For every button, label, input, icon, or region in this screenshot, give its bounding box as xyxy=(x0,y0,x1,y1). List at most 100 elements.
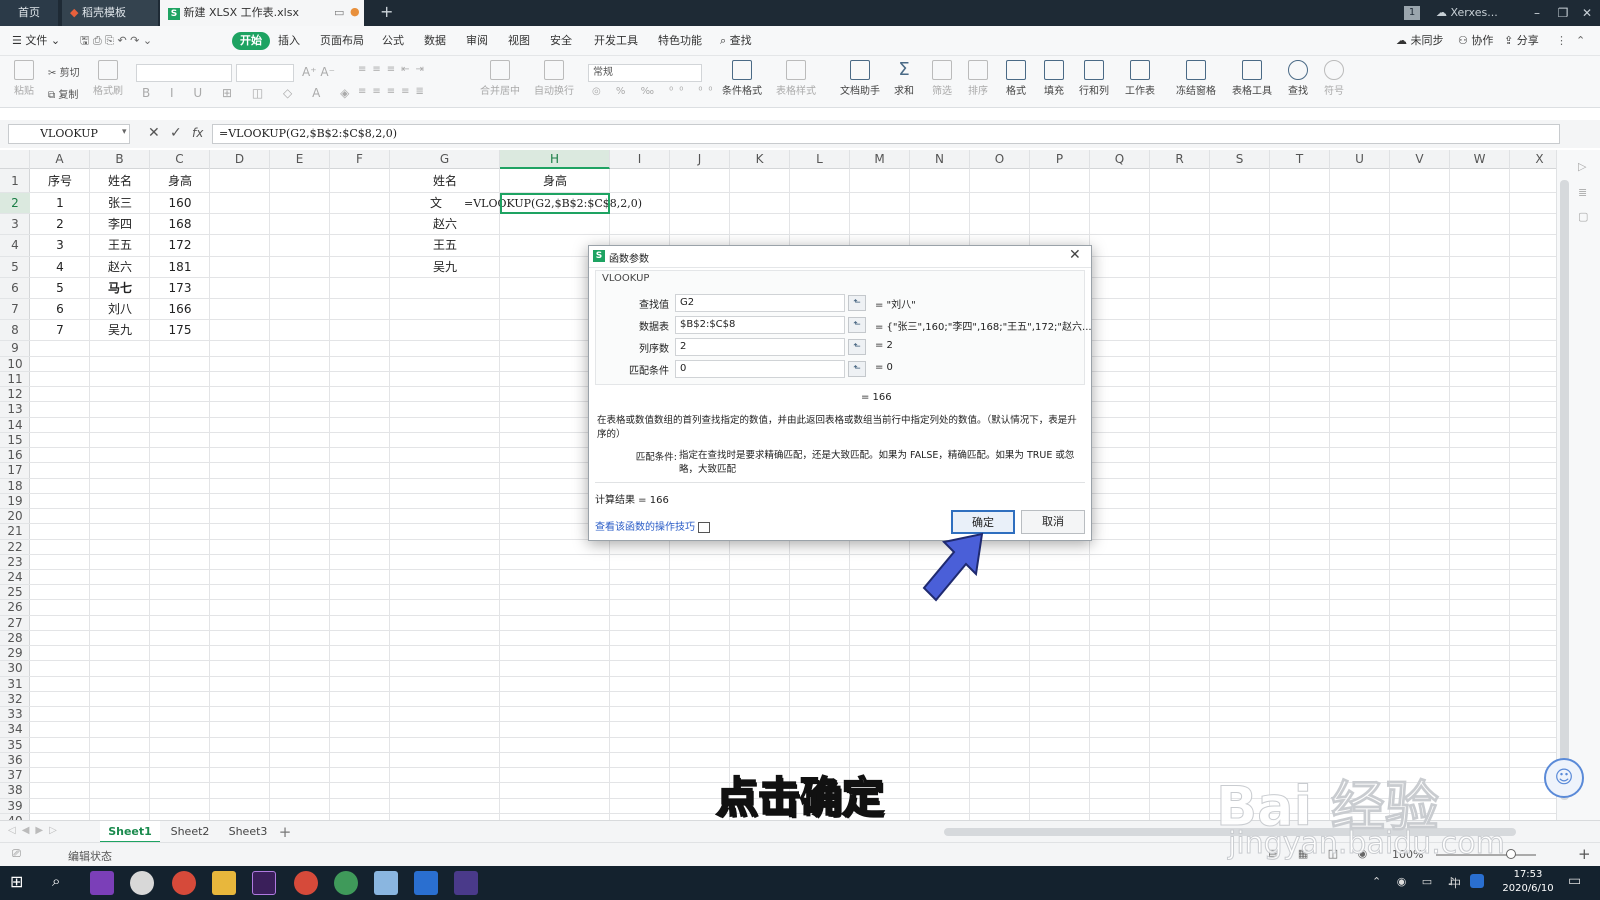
share-button[interactable]: ⇪ 分享 xyxy=(1504,32,1539,50)
file-explorer-icon[interactable] xyxy=(212,871,236,895)
column-header-V[interactable]: V xyxy=(1390,150,1450,169)
font-size-select[interactable] xyxy=(236,64,294,82)
side-style-icon[interactable]: ≣ xyxy=(1578,186,1587,199)
row-header-8[interactable]: 8 xyxy=(0,320,30,342)
cell-H1[interactable]: 身高 xyxy=(500,169,610,193)
tab-template[interactable]: ◆ 稻壳模板 xyxy=(62,0,158,26)
column-header-J[interactable]: J xyxy=(670,150,730,169)
sheet-nav-arrows-icon[interactable]: ◁◀▶▷ xyxy=(8,825,63,836)
cell-A2[interactable]: 1 xyxy=(30,193,90,214)
row-header-4[interactable]: 4 xyxy=(0,235,30,257)
tray-app-icon[interactable] xyxy=(1470,874,1484,888)
cell-C3[interactable]: 168 xyxy=(150,214,210,235)
row-header-24[interactable]: 24 xyxy=(0,570,30,586)
window-count-icon[interactable]: 1 xyxy=(1404,6,1420,20)
align-horizontal-buttons[interactable]: ≡≡≡≡≣ xyxy=(358,86,430,97)
ref-select-icon[interactable]: ⬑ xyxy=(848,361,866,377)
wrap-text-button[interactable]: 自动换行 xyxy=(526,60,582,97)
cell-A1[interactable]: 序号 xyxy=(30,169,90,193)
notepad-icon[interactable] xyxy=(374,871,398,895)
maximize-icon[interactable]: ❐ xyxy=(1550,0,1576,26)
tab-developer[interactable]: 开发工具 xyxy=(594,32,638,50)
row-header-6[interactable]: 6 xyxy=(0,278,30,299)
table-tools-button[interactable]: 表格工具 xyxy=(1224,60,1280,97)
macro-record-icon[interactable]: ⎚ xyxy=(12,847,21,861)
taskbar-search-icon[interactable]: ⌕ xyxy=(52,872,60,890)
column-header-U[interactable]: U xyxy=(1330,150,1390,169)
row-header-2[interactable]: 2 xyxy=(0,193,30,215)
wps-writer-icon[interactable] xyxy=(414,871,438,895)
column-header-R[interactable]: R xyxy=(1150,150,1210,169)
close-window-icon[interactable]: ✕ xyxy=(1574,0,1600,26)
file-menu[interactable]: ☰ 文件 ⌄ xyxy=(12,32,60,50)
row-header-28[interactable]: 28 xyxy=(0,631,30,647)
align-top-buttons[interactable]: ≡≡≡⇤⇥ xyxy=(358,64,430,75)
font-style-buttons[interactable]: B I U ⊞ ◫ ◇ A ◈ xyxy=(142,86,357,100)
row-col-button[interactable]: 行和列 xyxy=(1070,60,1118,97)
cell-C4[interactable]: 172 xyxy=(150,235,210,256)
row-header-22[interactable]: 22 xyxy=(0,540,30,555)
row-header-31[interactable]: 31 xyxy=(0,677,30,692)
cut-button[interactable]: ✂ 剪切 xyxy=(48,64,80,79)
cell-B3[interactable]: 李四 xyxy=(90,214,150,235)
format-painter-button[interactable]: 格式刷 xyxy=(84,60,132,97)
user-account[interactable]: ☁ Xerxes... xyxy=(1436,0,1498,26)
tab-formula[interactable]: 公式 xyxy=(382,32,404,50)
row-header-13[interactable]: 13 xyxy=(0,402,30,418)
cell-A5[interactable]: 4 xyxy=(30,257,90,278)
row-header-30[interactable]: 30 xyxy=(0,661,30,677)
tab-page-layout[interactable]: 页面布局 xyxy=(320,32,364,50)
copy-button[interactable]: ⧉ 复制 xyxy=(48,86,78,101)
row-header-33[interactable]: 33 xyxy=(0,707,30,723)
param-input-range-lookup[interactable]: 0 xyxy=(675,360,845,378)
cell-A7[interactable]: 6 xyxy=(30,299,90,320)
cell-C6[interactable]: 173 xyxy=(150,278,210,299)
column-header-K[interactable]: K xyxy=(730,150,790,169)
column-header-D[interactable]: D xyxy=(210,150,270,169)
cell-G3[interactable]: 赵六 xyxy=(390,214,500,235)
cancel-formula-icon[interactable]: ✕ xyxy=(148,125,160,141)
quick-access-icons[interactable]: 🖫 ⎙ ⎘ ↶ ↷ ⌄ xyxy=(80,32,152,50)
row-header-16[interactable]: 16 xyxy=(0,448,30,464)
tab-start[interactable]: 开始 xyxy=(232,32,270,50)
row-header-27[interactable]: 27 xyxy=(0,616,30,631)
side-arrow-icon[interactable]: ▷ xyxy=(1578,160,1586,173)
row-header-10[interactable]: 10 xyxy=(0,357,30,372)
column-header-I[interactable]: I xyxy=(610,150,670,169)
tab-special[interactable]: 特色功能 xyxy=(658,32,702,50)
row-header-3[interactable]: 3 xyxy=(0,214,30,236)
column-header-L[interactable]: L xyxy=(790,150,850,169)
cell-A3[interactable]: 2 xyxy=(30,214,90,235)
vertical-scrollbar[interactable] xyxy=(1556,150,1572,820)
ref-select-icon[interactable]: ⬑ xyxy=(848,295,866,311)
param-input-col-index[interactable]: 2 xyxy=(675,338,845,356)
column-header-G[interactable]: G xyxy=(390,150,500,169)
font-name-select[interactable] xyxy=(136,64,232,82)
column-header-S[interactable]: S xyxy=(1210,150,1270,169)
cell-C8[interactable]: 175 xyxy=(150,320,210,341)
cell-C2[interactable]: 160 xyxy=(150,193,210,214)
chrome-icon[interactable] xyxy=(334,871,358,895)
row-header-35[interactable]: 35 xyxy=(0,738,30,753)
zoom-in-plus-icon[interactable]: + xyxy=(1578,845,1591,863)
row-header-14[interactable]: 14 xyxy=(0,418,30,433)
row-header-32[interactable]: 32 xyxy=(0,692,30,708)
row-header-26[interactable]: 26 xyxy=(0,600,30,616)
new-tab-plus-icon[interactable]: + xyxy=(380,2,393,21)
cell-G4[interactable]: 王五 xyxy=(390,235,500,256)
tab-view[interactable]: 视图 xyxy=(508,32,530,50)
row-header-17[interactable]: 17 xyxy=(0,463,30,479)
cell-B7[interactable]: 刘八 xyxy=(90,299,150,320)
tab-review[interactable]: 审阅 xyxy=(466,32,488,50)
media-player-icon[interactable] xyxy=(454,871,478,895)
cell-C1[interactable]: 身高 xyxy=(150,169,210,193)
row-header-9[interactable]: 9 xyxy=(0,341,30,357)
row-header-7[interactable]: 7 xyxy=(0,299,30,321)
cell-G1[interactable]: 姓名 xyxy=(390,169,500,193)
row-header-23[interactable]: 23 xyxy=(0,555,30,570)
cell-B6[interactable]: 马七 xyxy=(90,278,150,299)
conditional-format-button[interactable]: 条件格式 xyxy=(716,60,768,97)
ref-select-icon[interactable]: ⬑ xyxy=(848,317,866,333)
column-header-A[interactable]: A xyxy=(30,150,90,169)
cell-C7[interactable]: 166 xyxy=(150,299,210,320)
